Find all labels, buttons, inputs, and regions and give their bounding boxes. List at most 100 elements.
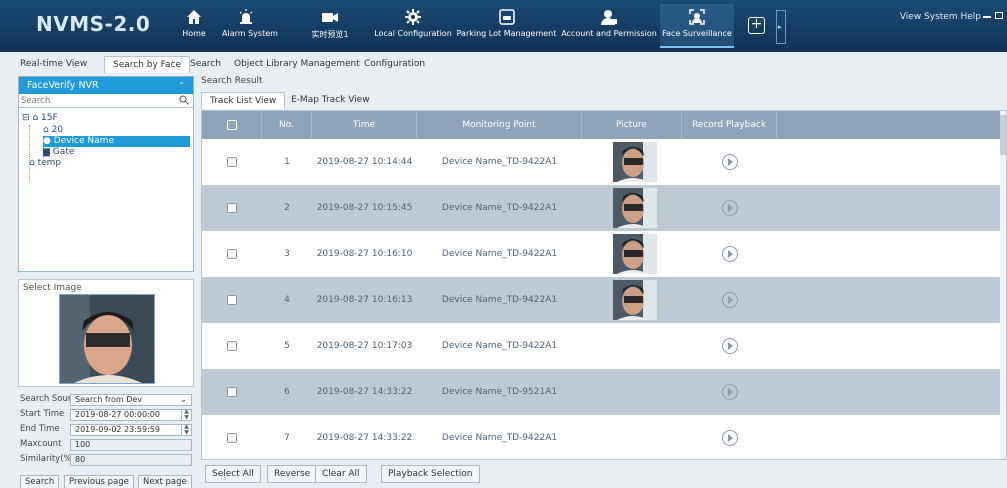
results-table: No. Time Monitoring Point Picture Record… [201,110,1007,460]
nav-account-permission[interactable]: Account and Permission [559,4,659,48]
tab-e-map-track-view[interactable]: E-Map Track View [283,92,378,109]
tree-node-device-name[interactable]: ● Device Name [43,136,190,147]
nav-face-surveillance[interactable]: Face Surveillance [660,4,734,48]
device-tree-panel: FaceVerify NVR ⌃ ⊟ ⌂ 15F ⌂ 20 ● Device N… [18,76,194,272]
app-logo: NVMS-2.0 [36,12,151,36]
table-row[interactable]: 6 2019-08-27 14:33:22 Device Name_TD-9521A… [202,369,1002,415]
row-picture[interactable] [613,280,657,320]
nav-local-configuration[interactable]: Local Configuration [372,4,454,48]
chevron-down-icon: ⌄ [180,395,187,404]
gate-icon: ▆ [43,147,50,157]
tab-search[interactable]: Search [182,56,229,73]
row-number: 4 [284,295,290,305]
tree-header[interactable]: FaceVerify NVR ⌃ [19,77,193,94]
table-scrollbar[interactable] [1000,111,1006,459]
play-icon[interactable] [722,384,738,400]
nav-label: Local Configuration [374,29,452,38]
row-picture[interactable] [613,142,657,182]
row-time: 2019-08-27 10:16:13 [316,295,413,305]
tree-node-15f[interactable]: ⊟ ⌂ 15F [22,113,58,124]
start-time-field[interactable]: 2019-08-27 00:00:00 ▲ ▼ [70,409,192,421]
column-header[interactable]: No. [262,111,312,139]
table-row[interactable]: 4 2019-08-27 10:16:13 Device Name_TD-9422A… [202,277,1002,323]
tree-search [19,94,193,108]
spinner-icon[interactable]: ▲ ▼ [181,409,191,421]
selected-face-image[interactable] [59,294,155,384]
chevron-up-icon[interactable]: ⌃ [178,77,185,94]
nav-parking-lot[interactable]: Parking Lot Management [455,4,558,48]
play-icon[interactable] [722,338,738,354]
maxcount-field[interactable]: 100 [70,439,192,451]
row-checkbox[interactable] [227,341,237,351]
row-number: 6 [284,387,290,397]
tree-search-input[interactable] [19,94,193,107]
maximize-icon[interactable] [995,12,1003,19]
row-checkbox[interactable] [227,387,237,397]
row-number: 1 [284,157,290,167]
tab-track-list-view[interactable]: Track List View [201,92,286,109]
nav-live-view[interactable]: 实时预览1 [310,4,350,48]
search-button[interactable]: Search [20,475,60,488]
end-time-row: End Time 2019-09-02 23:59:59 ▲ ▼ [18,424,194,436]
nav-alarm-system[interactable]: Alarm System [222,4,278,48]
minimize-icon[interactable] [983,16,991,18]
previous-page-button[interactable]: Previous page [64,475,134,488]
table-row[interactable]: 5 2019-08-27 10:17:03 Device Name_TD-9422A… [202,323,1002,369]
column-header[interactable]: Record Playback [682,111,777,139]
row-time: 2019-08-27 10:15:45 [316,203,413,213]
clear-all-button[interactable]: Clear All [315,465,367,483]
similarity-row: Similarity(%) 80 [18,454,194,466]
play-icon[interactable] [722,200,738,216]
search-source-select[interactable]: Search from Dev ⌄ [70,394,192,406]
playback-selection-button[interactable]: Playback Selection [381,465,480,483]
play-icon[interactable] [722,246,738,262]
row-checkbox[interactable] [227,203,237,213]
face-thumbnail-image [613,234,657,274]
reverse-button[interactable]: Reverse [267,465,318,483]
face-icon [689,9,705,25]
row-checkbox[interactable] [227,433,237,443]
tree-node-20[interactable]: ⌂ 20 [43,125,63,136]
row-picture[interactable] [613,188,657,228]
nav-scroll-handle[interactable]: ▸ [776,10,786,44]
column-header[interactable]: Picture [582,111,682,139]
select-all-button[interactable]: Select All [205,465,261,483]
tab-real-time-view[interactable]: Real-time View [12,56,95,73]
start-time-label: Start Time [20,409,65,419]
column-header[interactable]: Monitoring Point [417,111,582,139]
add-tab-button[interactable]: + [748,17,765,34]
end-time-field[interactable]: 2019-09-02 23:59:59 ▲ ▼ [70,424,192,436]
spinner-icon[interactable]: ▲ ▼ [181,424,191,436]
nav-home[interactable]: Home [174,4,214,48]
column-header[interactable]: Time [312,111,417,139]
table-row[interactable]: 3 2019-08-27 10:16:10 Device Name_TD-9422A… [202,231,1002,277]
tab-search-by-face[interactable]: Search by Face [104,56,191,73]
face-thumbnail-image [613,280,657,320]
similarity-field[interactable]: 80 [70,454,192,466]
row-monitoring-point: Device Name_TD-9422A1 [441,249,558,259]
row-time: 2019-08-27 14:33:22 [316,433,413,443]
table-row[interactable]: 2 2019-08-27 10:15:45 Device Name_TD-9422A… [202,185,1002,231]
tree-node-temp[interactable]: ⌂ temp [29,158,61,169]
play-icon[interactable] [722,292,738,308]
start-time-row: Start Time 2019-08-27 00:00:00 ▲ ▼ [18,409,194,421]
table-row[interactable]: 1 2019-08-27 10:14:44 Device Name_TD-9422A… [202,139,1002,185]
tab-object-library-management[interactable]: Object Library Management [226,56,368,73]
row-checkbox[interactable] [227,295,237,305]
table-row[interactable]: 7 2019-08-27 14:33:22 Device Name_TD-9422A… [202,415,1002,459]
next-page-button[interactable]: Next page [138,475,192,488]
tree-node-gate[interactable]: ▆ Gate [43,147,74,158]
system-menu[interactable]: View System Help [900,12,981,22]
scrollbar-thumb[interactable] [1000,115,1006,155]
row-picture[interactable] [613,234,657,274]
play-icon[interactable] [722,430,738,446]
search-icon[interactable] [179,95,189,105]
play-icon[interactable] [722,154,738,170]
header-checkbox[interactable] [226,119,237,130]
row-checkbox[interactable] [227,249,237,259]
tree-title: FaceVerify NVR [27,80,99,91]
row-time: 2019-08-27 10:16:10 [316,249,413,259]
main-tabs: Real-time View Search by Face Search Obj… [0,56,1007,73]
row-checkbox[interactable] [227,157,237,167]
tab-configuration[interactable]: Configuration [356,56,433,73]
